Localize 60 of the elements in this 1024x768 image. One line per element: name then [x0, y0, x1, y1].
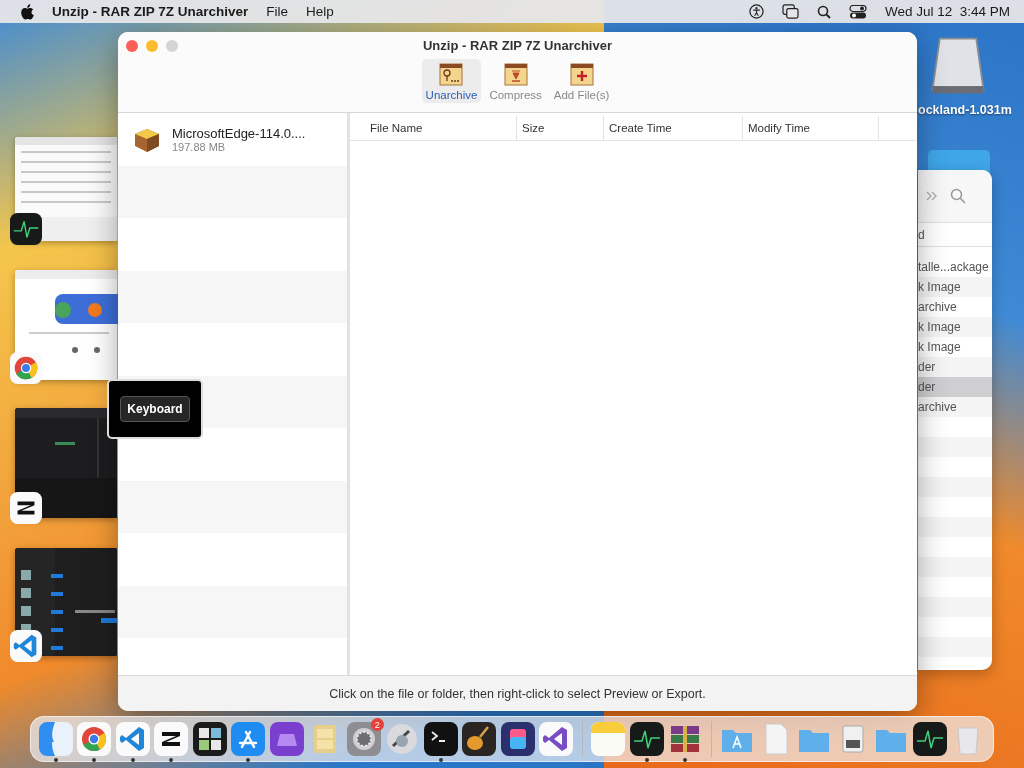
- file-kind[interactable]: archive: [918, 300, 957, 314]
- tiles-icon[interactable]: [192, 722, 227, 756]
- column-header[interactable]: Create Time: [604, 116, 743, 140]
- folder-magnifier-icon: [438, 61, 465, 87]
- file-kind[interactable]: k Image: [918, 340, 961, 354]
- keyboard-label: Keyboard: [120, 396, 190, 422]
- terminal-icon[interactable]: [423, 722, 458, 756]
- window-thumbnail[interactable]: [15, 137, 118, 241]
- pulse-graph-icon[interactable]: [10, 213, 42, 245]
- ribbon-logo-icon[interactable]: [10, 630, 42, 662]
- gear-icon[interactable]: [346, 722, 381, 756]
- search-icon[interactable]: [816, 4, 831, 19]
- file-kind[interactable]: der: [918, 360, 936, 374]
- archive-name: MicrosoftEdge-114.0....: [172, 125, 306, 141]
- archive-list-item[interactable]: MicrosoftEdge-114.0.... 197.88 MB: [118, 113, 347, 166]
- window-thumbnail[interactable]: [15, 408, 118, 518]
- column-header[interactable]: d: [918, 227, 925, 242]
- desktop-icon-label[interactable]: ockland-1.031m: [918, 103, 1012, 117]
- column-header[interactable]: Size: [517, 116, 604, 140]
- window-thumbnail[interactable]: [15, 270, 118, 380]
- layered-squares-icon[interactable]: [500, 722, 535, 756]
- toolbar-button[interactable]: Add File(s): [549, 59, 614, 103]
- apple-logo-icon[interactable]: [20, 3, 34, 20]
- window-title: Unzip - RAR ZIP 7Z Unarchiver: [423, 38, 612, 53]
- folder-plus-icon: [568, 61, 595, 87]
- column-header[interactable]: Modify Time: [743, 116, 879, 140]
- file-kind[interactable]: der: [918, 380, 936, 394]
- close-button[interactable]: [126, 40, 138, 52]
- guitar-icon[interactable]: [462, 722, 497, 756]
- column-header[interactable]: File Name: [350, 116, 517, 140]
- menu-item[interactable]: Help: [306, 4, 334, 19]
- toolbar-button[interactable]: Compress: [485, 59, 546, 103]
- window-thumbnail[interactable]: [15, 548, 118, 656]
- ribbon-logo-icon[interactable]: [539, 722, 574, 756]
- ribbon-logo-icon[interactable]: [115, 722, 150, 756]
- archive-size: 197.88 MB: [172, 140, 226, 153]
- running-indicator: [53, 758, 58, 762]
- chevron-icon[interactable]: [926, 191, 938, 201]
- running-indicator: [644, 758, 649, 762]
- status-message: Click on the file or folder, then right-click to select Preview or Export.: [329, 686, 706, 701]
- running-indicator: [169, 758, 174, 762]
- file-kind[interactable]: talle...ackage: [918, 260, 989, 274]
- tray-icon[interactable]: [269, 722, 304, 756]
- toggles-icon[interactable]: [848, 4, 867, 19]
- pulse-graph-icon[interactable]: [912, 722, 947, 756]
- pulse-graph-icon[interactable]: [629, 722, 664, 756]
- split-square-icon[interactable]: [38, 722, 73, 756]
- toolbar-button[interactable]: Unarchive: [421, 59, 482, 103]
- accessibility-icon[interactable]: [748, 4, 764, 19]
- menu-bar-clock[interactable]: Wed Jul 12 3:44 PM: [884, 4, 1010, 19]
- cut-mark-icon[interactable]: [10, 492, 42, 524]
- running-indicator: [683, 758, 688, 762]
- cut-mark-icon[interactable]: [154, 722, 189, 756]
- menu-item[interactable]: File: [266, 4, 289, 19]
- running-indicator: [130, 758, 135, 762]
- running-indicator: [246, 758, 251, 762]
- windows-icon[interactable]: [781, 4, 799, 19]
- running-indicator: [438, 758, 443, 762]
- app-menu[interactable]: Unzip - RAR ZIP 7Z Unarchiver: [52, 4, 249, 19]
- running-indicator: [92, 758, 97, 762]
